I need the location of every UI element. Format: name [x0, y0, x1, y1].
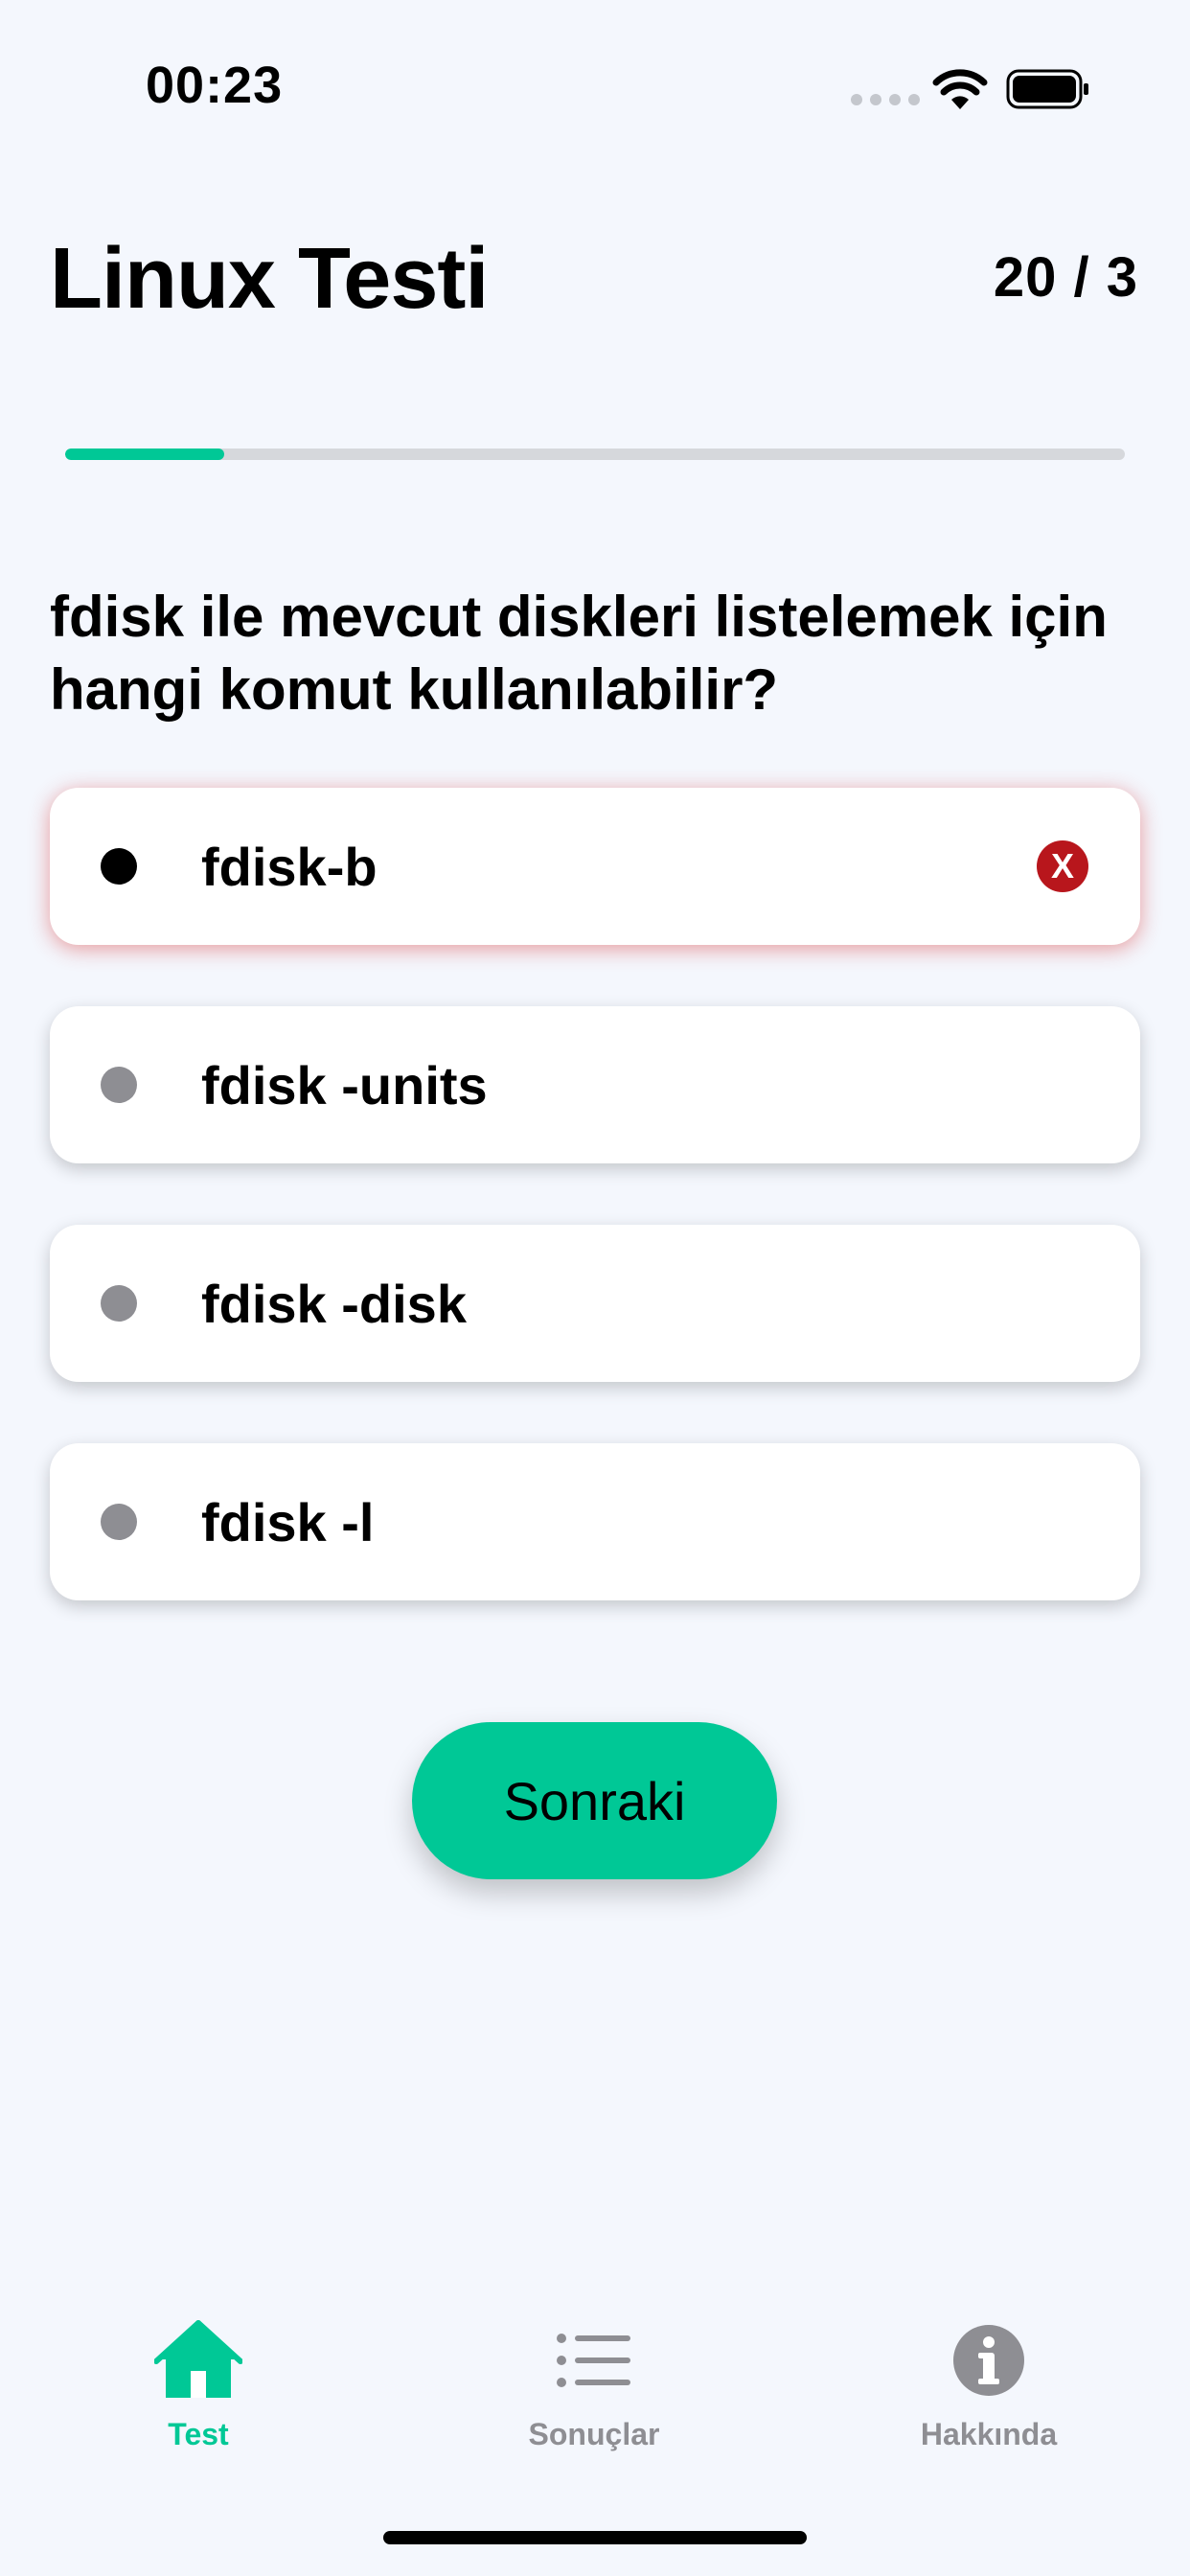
status-time: 00:23: [146, 57, 284, 114]
battery-icon: [1006, 69, 1088, 109]
tab-label: Hakkında: [920, 2417, 1058, 2451]
answer-option-label: fdisk -l: [201, 1491, 375, 1552]
answer-options: fdisk-b X fdisk -units fdisk -disk fdisk…: [50, 788, 1140, 1662]
radio-dot-icon: [101, 1285, 137, 1322]
answer-option-1[interactable]: fdisk-b X: [50, 788, 1140, 945]
house-icon: [154, 2320, 242, 2398]
page-title: Linux Testi: [50, 231, 489, 327]
tab-results[interactable]: Sonuçlar: [479, 2319, 709, 2452]
wrong-answer-icon: X: [1037, 840, 1088, 892]
wifi-icon: [932, 69, 988, 109]
tab-about[interactable]: Hakkında: [874, 2319, 1104, 2452]
next-button[interactable]: Sonraki: [412, 1722, 777, 1879]
screen: 00:23 Linux Testi 20 / 3 fdisk ile mevcu…: [0, 0, 1190, 2576]
progress-fill: [65, 448, 224, 460]
radio-dot-icon: [101, 848, 137, 885]
answer-option-label: fdisk -disk: [201, 1273, 467, 1334]
tab-label: Test: [168, 2417, 229, 2451]
list-icon: [557, 2334, 630, 2387]
home-indicator[interactable]: [383, 2531, 807, 2544]
radio-dot-icon: [101, 1067, 137, 1103]
radio-dot-icon: [101, 1504, 137, 1540]
answer-option-label: fdisk -units: [201, 1054, 488, 1116]
answer-option-2[interactable]: fdisk -units: [50, 1006, 1140, 1163]
answer-option-label: fdisk-b: [201, 836, 378, 897]
answer-option-3[interactable]: fdisk -disk: [50, 1225, 1140, 1382]
progress-bar: [65, 448, 1125, 460]
answer-option-4[interactable]: fdisk -l: [50, 1443, 1140, 1600]
cellular-signal-icon: [851, 94, 920, 105]
tab-test[interactable]: Test: [83, 2319, 313, 2452]
tab-bar: Test Sonuçlar Hakkında: [0, 2319, 1190, 2511]
question-counter: 20 / 3: [993, 246, 1138, 309]
question-text: fdisk ile mevcut diskleri listelemek içi…: [50, 585, 1108, 722]
tab-label: Sonuçlar: [528, 2417, 660, 2451]
info-icon: [953, 2325, 1024, 2396]
